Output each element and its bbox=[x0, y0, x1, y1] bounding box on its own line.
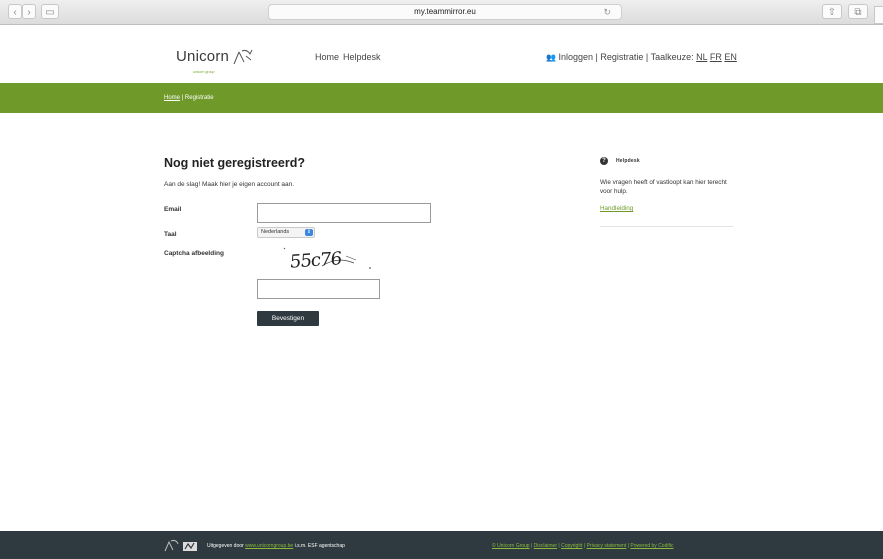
back-button[interactable]: ‹ bbox=[8, 4, 22, 19]
footer-logos-icon bbox=[164, 539, 197, 552]
footer-link-disclaimer[interactable]: Disclaimer bbox=[534, 543, 557, 549]
footer-publisher: Uitgegeven door www.unicorngroup.be i.s.… bbox=[207, 543, 345, 549]
address-bar[interactable]: my.teammirror.eu ↻ bbox=[268, 4, 622, 20]
users-icon: 👥 bbox=[546, 53, 556, 62]
captcha-label: Captcha afbeelding bbox=[164, 250, 224, 257]
user-bar: 👥 Inloggen | Registratie | Taalkeuze: NL… bbox=[546, 52, 737, 62]
footer-link-group[interactable]: © Unicorn Group bbox=[492, 543, 530, 549]
helpdesk-title: Helpdesk bbox=[616, 158, 640, 164]
lang-en[interactable]: EN bbox=[724, 52, 737, 62]
login-link[interactable]: Inloggen bbox=[558, 52, 593, 62]
language-label: Taalkeuze: bbox=[650, 52, 694, 62]
url-text: my.teammirror.eu bbox=[414, 7, 476, 16]
manual-link[interactable]: Handleiding bbox=[600, 205, 633, 212]
footer-link-privacy[interactable]: Privacy statement bbox=[587, 543, 627, 549]
footer-suffix: i.s.m. ESF agentschap bbox=[294, 543, 345, 549]
forward-button[interactable]: › bbox=[22, 4, 36, 19]
browser-toolbar: ‹ › ▭ my.teammirror.eu ↻ ⇧ ⧉ bbox=[0, 0, 883, 25]
breadcrumb: Home | Registratie bbox=[164, 95, 214, 101]
breadcrumb-separator: | bbox=[181, 95, 184, 101]
captcha-image: 55c76 bbox=[282, 244, 377, 276]
language-select[interactable]: Nederlands ⇕ bbox=[257, 227, 315, 238]
logo[interactable]: Unicorn bbox=[176, 48, 229, 65]
language-select-value: Nederlands bbox=[261, 229, 290, 235]
helpdesk-text: Wie vragen heeft of vastloopt kan hier t… bbox=[600, 179, 727, 195]
intro-text: Aan de slag! Maak hier je eigen account … bbox=[164, 181, 295, 188]
lang-nl[interactable]: NL bbox=[696, 52, 707, 62]
register-link[interactable]: Registratie bbox=[600, 52, 643, 62]
site-footer: Uitgegeven door www.unicorngroup.be i.s.… bbox=[0, 531, 883, 559]
language-label: Taal bbox=[164, 231, 177, 238]
divider bbox=[600, 226, 733, 227]
page-title: Nog niet geregistreerd? bbox=[164, 156, 305, 170]
footer-link-powered[interactable]: Powered by Codific bbox=[630, 543, 673, 549]
email-label: Email bbox=[164, 206, 182, 213]
logo-tagline: unicorn group bbox=[193, 70, 215, 74]
footer-link-copyright[interactable]: Copyright bbox=[561, 543, 582, 549]
nav-home[interactable]: Home bbox=[315, 52, 339, 62]
breadcrumb-bar: Home | Registratie bbox=[0, 83, 883, 113]
captcha-text: 55c76 bbox=[289, 248, 342, 273]
email-field[interactable] bbox=[257, 203, 431, 223]
window-edge bbox=[874, 6, 883, 24]
submit-button[interactable]: Bevestigen bbox=[257, 311, 319, 326]
footer-site-link[interactable]: www.unicorngroup.be bbox=[245, 543, 293, 549]
footer-links: © Unicorn Group | Disclaimer | Copyright… bbox=[492, 543, 674, 549]
tabs-icon[interactable]: ⧉ bbox=[848, 4, 868, 19]
sidebar-toggle-icon[interactable]: ▭ bbox=[41, 4, 59, 19]
help-icon: ? bbox=[600, 157, 608, 165]
captcha-field[interactable] bbox=[257, 279, 380, 299]
share-icon[interactable]: ⇧ bbox=[822, 4, 842, 19]
breadcrumb-current: Registratie bbox=[184, 95, 214, 101]
nav-helpdesk[interactable]: Helpdesk bbox=[343, 52, 381, 62]
breadcrumb-home[interactable]: Home bbox=[164, 95, 180, 101]
lang-fr[interactable]: FR bbox=[710, 52, 722, 62]
site-header: Unicorn unicorn group Home Helpdesk 👥 Inl… bbox=[0, 25, 883, 83]
reload-icon[interactable]: ↻ bbox=[603, 5, 611, 19]
unicorn-logo-icon bbox=[233, 49, 253, 65]
footer-published-by: Uitgegeven door bbox=[207, 543, 244, 549]
select-arrows-icon: ⇕ bbox=[305, 229, 313, 236]
main-nav: Home Helpdesk bbox=[315, 52, 385, 62]
